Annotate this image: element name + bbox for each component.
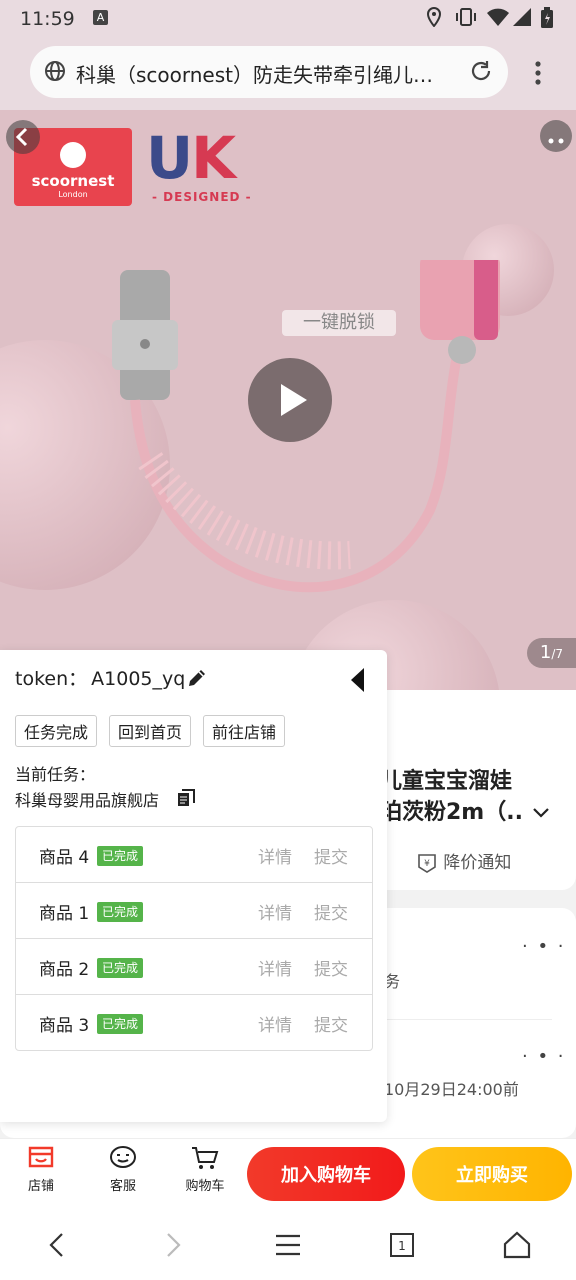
bottom-action-bar: 店铺 客服 购物车 加入购物车 立即购买 [0, 1138, 576, 1208]
cart-button[interactable]: 购物车 [175, 1145, 235, 1194]
cart-label: 购物车 [185, 1179, 225, 1194]
goods-name: 商品 4 [39, 848, 90, 868]
copy-icon[interactable] [177, 789, 195, 807]
overflow-menu-icon[interactable] [526, 58, 550, 88]
nav-home-icon[interactable] [502, 1230, 532, 1260]
goods-submit-link[interactable]: 提交 [314, 1011, 348, 1036]
goods-row: 商品 1 已完成 详情 提交 [16, 883, 372, 939]
current-task-shop: 科巢母婴用品旗舰店 [15, 791, 160, 810]
token-row: token： A1005_yq [15, 664, 185, 691]
status-badge: 已完成 [97, 1014, 144, 1034]
back-home-button[interactable]: 回到首页 [109, 715, 192, 747]
store-label: 店铺 [27, 1179, 54, 1194]
collapse-panel-icon[interactable] [350, 667, 366, 693]
browser-nav-bar: 1 [0, 1208, 576, 1280]
logo-sub-text: London [58, 190, 88, 199]
chevron-left-icon [15, 127, 28, 147]
cart-icon [192, 1147, 219, 1169]
chevron-down-icon[interactable] [531, 805, 551, 819]
svg-text:¥: ¥ [424, 859, 430, 869]
designed-label: - DESIGNED - [152, 190, 252, 204]
more-dots-icon[interactable]: · • · [522, 1046, 566, 1067]
price-tag-icon: ¥ [418, 854, 436, 873]
product-title: 儿童宝宝溜娃 珀茨粉2m（.. [380, 766, 551, 828]
divider [384, 1019, 552, 1020]
buy-now-button[interactable]: 立即购买 [412, 1147, 572, 1201]
nav-tabs-icon[interactable]: 1 [387, 1230, 417, 1260]
browser-toolbar: 科巢（scoornest）防走失带牵引绳儿… [0, 36, 576, 110]
logo-brand-text: scoornest [31, 172, 115, 190]
status-bar: 11:59 A [0, 0, 576, 36]
goods-list: 商品 4 已完成 详情 提交 商品 1 已完成 详情 提交 商品 2 已完成 详… [15, 826, 373, 1051]
unlock-tag: 一键脱锁 [282, 310, 396, 336]
goods-row: 商品 4 已完成 详情 提交 [16, 827, 372, 883]
location-icon [425, 6, 443, 32]
current-task-label: 当前任务： [15, 765, 96, 784]
status-badge: 已完成 [97, 902, 144, 922]
product-title-line1: 儿童宝宝溜娃 [380, 769, 513, 794]
uk-letter-k: K [191, 124, 236, 192]
customer-service-button[interactable]: 客服 [93, 1145, 153, 1194]
nav-forward-icon[interactable] [158, 1230, 188, 1260]
delivery-deadline: 10月29日24:00前 [384, 1080, 519, 1099]
svg-text:1: 1 [398, 1239, 406, 1253]
wifi-icon [486, 7, 510, 32]
service-label: 客服 [109, 1179, 136, 1194]
goods-submit-link[interactable]: 提交 [314, 955, 348, 980]
goods-name: 商品 2 [39, 960, 90, 980]
goods-submit-link[interactable]: 提交 [314, 843, 348, 868]
store-icon [28, 1146, 54, 1168]
page-title: 科巢（scoornest）防走失带牵引绳儿… [76, 63, 434, 87]
product-image-carousel[interactable]: scoornest London UK - DESIGNED - 一键脱锁 1/… [0, 110, 576, 690]
status-time: 11:59 [20, 8, 75, 30]
product-title-line2: 珀茨粉2m（.. [380, 800, 523, 825]
image-counter: 1/7 [527, 638, 576, 668]
more-button[interactable] [540, 120, 572, 152]
more-dots-icon[interactable]: · • · [522, 936, 566, 957]
goods-name: 商品 3 [39, 1016, 90, 1036]
vibrate-icon [454, 7, 478, 32]
token-label: token： [15, 668, 88, 690]
goods-row: 商品 2 已完成 详情 提交 [16, 939, 372, 995]
price-notify-button[interactable]: ¥ 降价通知 [416, 848, 511, 874]
reload-icon[interactable] [468, 58, 494, 84]
goods-detail-link[interactable]: 详情 [258, 843, 292, 868]
address-bar[interactable]: 科巢（scoornest）防走失带牵引绳儿… [30, 46, 508, 98]
status-badge: 已完成 [97, 958, 144, 978]
token-value: A1005_yq [91, 668, 186, 690]
back-button[interactable] [6, 120, 40, 154]
counter-total: /7 [551, 647, 564, 661]
play-icon [281, 384, 307, 416]
chat-face-icon [110, 1146, 136, 1168]
signal-icon [512, 7, 532, 32]
task-overlay-panel: token： A1005_yq 任务完成 回到首页 前往店铺 当前任务： 科巢母婴用品… [0, 650, 387, 1122]
store-button[interactable]: 店铺 [11, 1145, 71, 1194]
task-complete-button[interactable]: 任务完成 [15, 715, 98, 747]
app-notification-icon: A [93, 10, 108, 25]
price-notify-label: 降价通知 [443, 853, 512, 873]
panel-button-row: 任务完成 回到首页 前往店铺 [15, 715, 297, 747]
goods-row: 商品 3 已完成 详情 提交 [16, 995, 372, 1051]
goods-detail-link[interactable]: 详情 [258, 955, 292, 980]
battery-icon [540, 7, 554, 34]
globe-icon [45, 61, 65, 81]
goods-detail-link[interactable]: 详情 [258, 1011, 292, 1036]
goods-name: 商品 1 [39, 904, 90, 924]
edit-pencil-icon[interactable] [186, 667, 208, 689]
play-video-button[interactable] [248, 358, 332, 442]
uk-letter-u: U [146, 124, 193, 192]
status-badge: 已完成 [97, 846, 144, 866]
more-dots-icon [548, 138, 564, 144]
add-to-cart-button[interactable]: 加入购物车 [247, 1147, 405, 1201]
logo-mascot-icon [60, 142, 86, 168]
nav-menu-icon[interactable] [273, 1230, 303, 1260]
counter-current: 1 [539, 642, 552, 663]
nav-back-icon[interactable] [42, 1230, 72, 1260]
goods-submit-link[interactable]: 提交 [314, 899, 348, 924]
uk-designed-logo: UK [146, 124, 236, 192]
go-to-store-button[interactable]: 前往店铺 [203, 715, 286, 747]
goods-detail-link[interactable]: 详情 [258, 899, 292, 924]
